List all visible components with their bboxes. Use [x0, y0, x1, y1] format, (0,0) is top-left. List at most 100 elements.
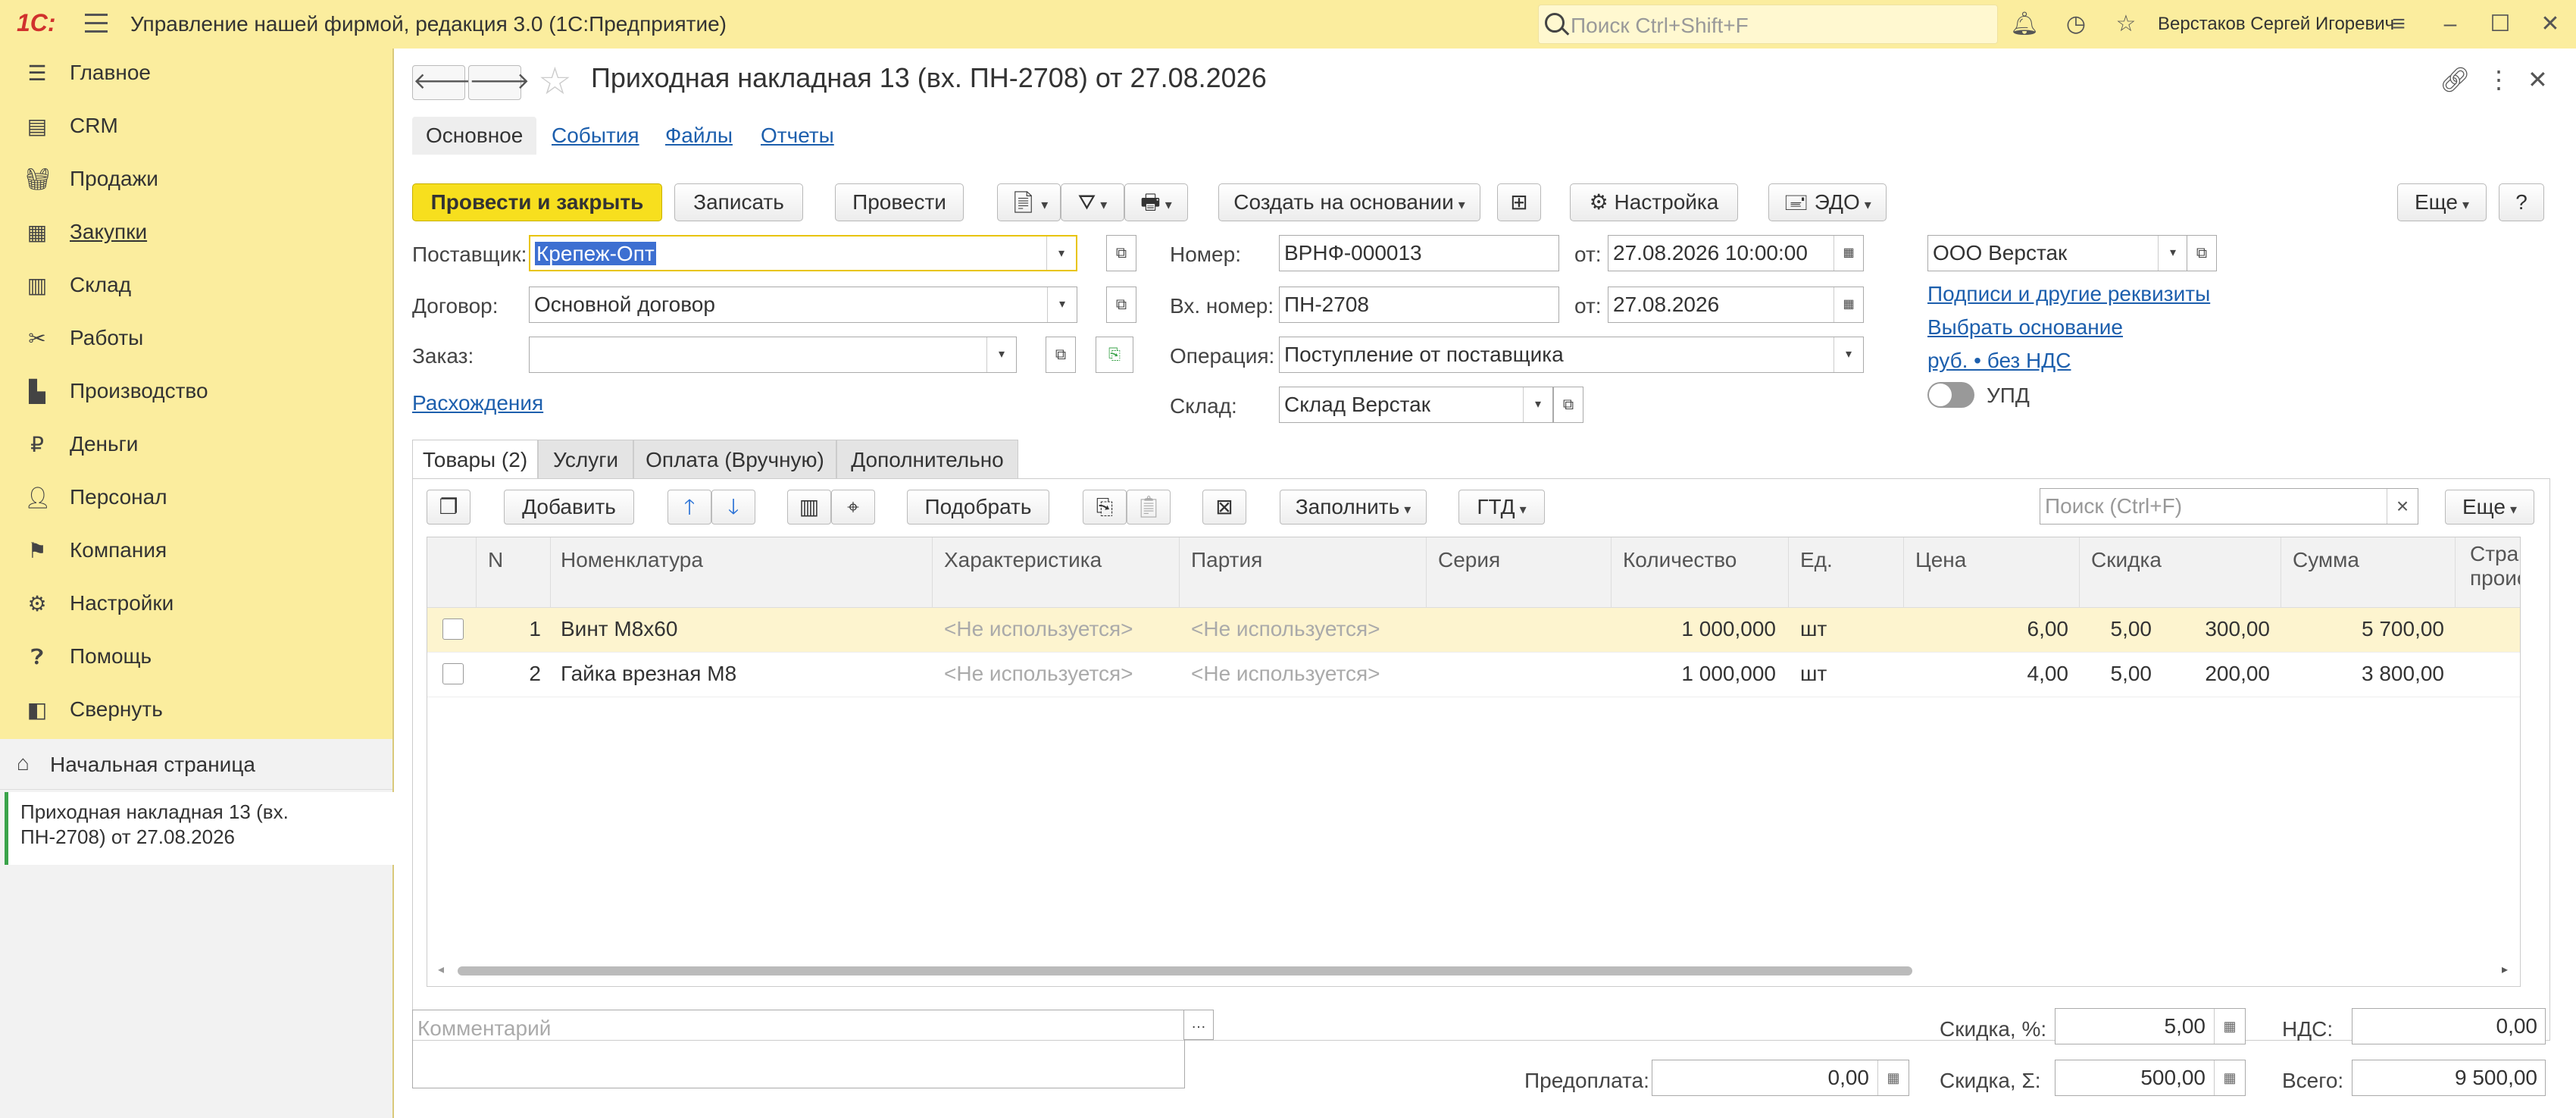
edo-button[interactable]: 🖃 ЭДО ▾	[1768, 183, 1887, 221]
print-button[interactable]: 🖶 ▾	[1124, 183, 1188, 221]
sidebar-item-collapse[interactable]: ◧ Свернуть	[0, 685, 392, 737]
in-number-field[interactable]: ПН-2708	[1279, 287, 1559, 323]
prepayment-field[interactable]: 0,00 ▦	[1652, 1060, 1909, 1096]
paste-rows-button[interactable]: 📋︎	[1127, 490, 1171, 525]
date-field[interactable]: 27.08.2026 10:00:00 ▦	[1608, 235, 1864, 271]
scroll-left-icon[interactable]: ◂	[438, 962, 444, 977]
row-quantity[interactable]: 1 000,000	[1623, 617, 1776, 641]
row-sum[interactable]: 3 800,00	[2293, 662, 2444, 686]
sidebar-item-help[interactable]: ❓︎ Помощь	[0, 632, 392, 684]
col-unit[interactable]: Ед.	[1800, 548, 1833, 572]
row-quantity[interactable]: 1 000,000	[1623, 662, 1776, 686]
minimize-icon[interactable]: –	[2435, 9, 2465, 39]
add-row-button[interactable]: Добавить	[504, 490, 634, 525]
warehouse-field[interactable]: Склад Верстак ▾	[1279, 387, 1553, 423]
user-name[interactable]: Верстаков Сергей Игоревич	[2158, 14, 2394, 35]
row-sum[interactable]: 5 700,00	[2293, 617, 2444, 641]
signatures-link[interactable]: Подписи и другие реквизиты	[1927, 282, 2210, 306]
open-warehouse-button[interactable]: ⧉	[1553, 387, 1583, 423]
open-company-button[interactable]: ⧉	[2187, 235, 2217, 271]
contract-field[interactable]: Основной договор ▾	[529, 287, 1077, 323]
col-quantity[interactable]: Количество	[1623, 548, 1737, 572]
row-characteristic[interactable]: <Не используется>	[944, 617, 1133, 641]
calculator-icon[interactable]: ▦	[1877, 1060, 1909, 1095]
row-discount-sum[interactable]: 300,00	[2167, 617, 2270, 641]
currency-vat-link[interactable]: руб. • без НДС	[1927, 349, 2071, 373]
row-item[interactable]: Винт М8х60	[561, 617, 677, 641]
company-field[interactable]: ООО Верстак ▾	[1927, 235, 2188, 271]
col-discount[interactable]: Скидка	[2091, 548, 2162, 572]
chevron-down-icon[interactable]: ▾	[1046, 236, 1076, 270]
maximize-icon[interactable]: ☐	[2485, 9, 2515, 39]
calendar-icon[interactable]: ▦	[1834, 287, 1863, 322]
scanner-button[interactable]: ⌖	[831, 490, 875, 525]
row-unit[interactable]: шт	[1800, 617, 1827, 641]
more-vertical-icon[interactable]: ⋮	[2487, 65, 2511, 94]
tab-services[interactable]: Услуги	[538, 440, 633, 479]
close-window-icon[interactable]: ✕	[2535, 9, 2565, 39]
filter-button[interactable]: ⛛ ▾	[1061, 183, 1124, 221]
open-supplier-button[interactable]: ⧉	[1106, 235, 1136, 271]
move-down-button[interactable]: 🡓	[711, 490, 755, 525]
col-characteristic[interactable]: Характеристика	[944, 548, 1102, 572]
horizontal-scrollbar[interactable]	[458, 966, 1912, 976]
tab-files[interactable]: Файлы	[665, 117, 733, 155]
row-discount-pct[interactable]: 5,00	[2091, 662, 2152, 686]
tab-goods[interactable]: Товары (2)	[412, 440, 538, 479]
row-item[interactable]: Гайка врезная М8	[561, 662, 736, 686]
chevron-down-icon[interactable]: ▾	[986, 337, 1016, 372]
favorite-star-icon[interactable]: ☆	[538, 59, 572, 103]
tab-additional[interactable]: Дополнительно	[836, 440, 1018, 479]
discount-sum-field[interactable]: 500,00 ▦	[2055, 1060, 2246, 1096]
upd-toggle[interactable]	[1927, 382, 1974, 408]
chevron-down-icon[interactable]: ▾	[1047, 287, 1077, 322]
home-page-item[interactable]: ⌂ Начальная страница	[0, 739, 392, 790]
col-series[interactable]: Серия	[1438, 548, 1500, 572]
document-generate-button[interactable]: 📄︎ ▾	[997, 183, 1061, 221]
sidebar-item-purchases[interactable]: ▦ Закупки	[0, 208, 392, 259]
open-contract-button[interactable]: ⧉	[1106, 287, 1136, 323]
open-document-item[interactable]: Приходная накладная 13 (вх. ПН-2708) от …	[5, 792, 396, 865]
supplier-field[interactable]: Крепеж-Опт ▾	[529, 235, 1077, 271]
sidebar-item-personnel[interactable]: 👤︎ Персонал	[0, 473, 392, 525]
barcode-button[interactable]: ▥	[787, 490, 831, 525]
move-up-button[interactable]: 🡑	[667, 490, 711, 525]
more-button[interactable]: Еще ▾	[2397, 183, 2487, 221]
sidebar-item-production[interactable]: ▙ Производство	[0, 367, 392, 418]
choose-basis-link[interactable]: Выбрать основание	[1927, 315, 2123, 340]
open-order-button[interactable]: ⧉	[1046, 337, 1076, 373]
table-more-button[interactable]: Еще ▾	[2445, 490, 2534, 525]
sidebar-item-company[interactable]: ⚑ Компания	[0, 526, 392, 578]
col-country[interactable]: Стра проис	[2470, 542, 2520, 590]
row-price[interactable]: 6,00	[1915, 617, 2069, 641]
clear-search-icon[interactable]: ×	[2387, 489, 2418, 524]
tab-payment[interactable]: Оплата (Вручную)	[633, 440, 836, 479]
settings-button[interactable]: ⚙ Настройка	[1570, 183, 1738, 221]
calculator-icon[interactable]: ▦	[2214, 1060, 2245, 1095]
col-sum[interactable]: Сумма	[2293, 548, 2359, 572]
col-price[interactable]: Цена	[1915, 548, 1966, 572]
save-button[interactable]: Записать	[674, 183, 803, 221]
pick-button[interactable]: Подобрать	[907, 490, 1049, 525]
bell-icon[interactable]: 🔔︎	[2009, 9, 2040, 39]
calendar-icon[interactable]: ▦	[1834, 236, 1863, 271]
row-discount-pct[interactable]: 5,00	[2091, 617, 2152, 641]
chevron-down-icon[interactable]: ▾	[2158, 236, 2187, 271]
tab-main[interactable]: Основное	[412, 117, 537, 155]
row-characteristic[interactable]: <Не используется>	[944, 662, 1133, 686]
row-checkbox[interactable]	[442, 619, 464, 640]
tab-reports[interactable]: Отчеты	[761, 117, 834, 155]
comment-field[interactable]: Комментарий	[412, 1010, 1185, 1088]
order-field[interactable]: ▾	[529, 337, 1017, 373]
copy-rows-button[interactable]: ⎘	[1083, 490, 1127, 525]
help-button[interactable]: ?	[2499, 183, 2544, 221]
gtd-button[interactable]: ГТД ▾	[1458, 490, 1545, 525]
main-menu-icon[interactable]	[85, 14, 108, 33]
create-based-on-button[interactable]: Создать на основании ▾	[1218, 183, 1480, 221]
table-search-input[interactable]: Поиск (Ctrl+F) ×	[2040, 488, 2418, 525]
col-item[interactable]: Номенклатура	[561, 548, 703, 572]
post-button[interactable]: Провести	[835, 183, 964, 221]
star-icon[interactable]: ☆	[2111, 9, 2141, 39]
history-icon[interactable]: ◷	[2061, 9, 2091, 39]
discount-pct-field[interactable]: 5,00 ▦	[2055, 1008, 2246, 1044]
